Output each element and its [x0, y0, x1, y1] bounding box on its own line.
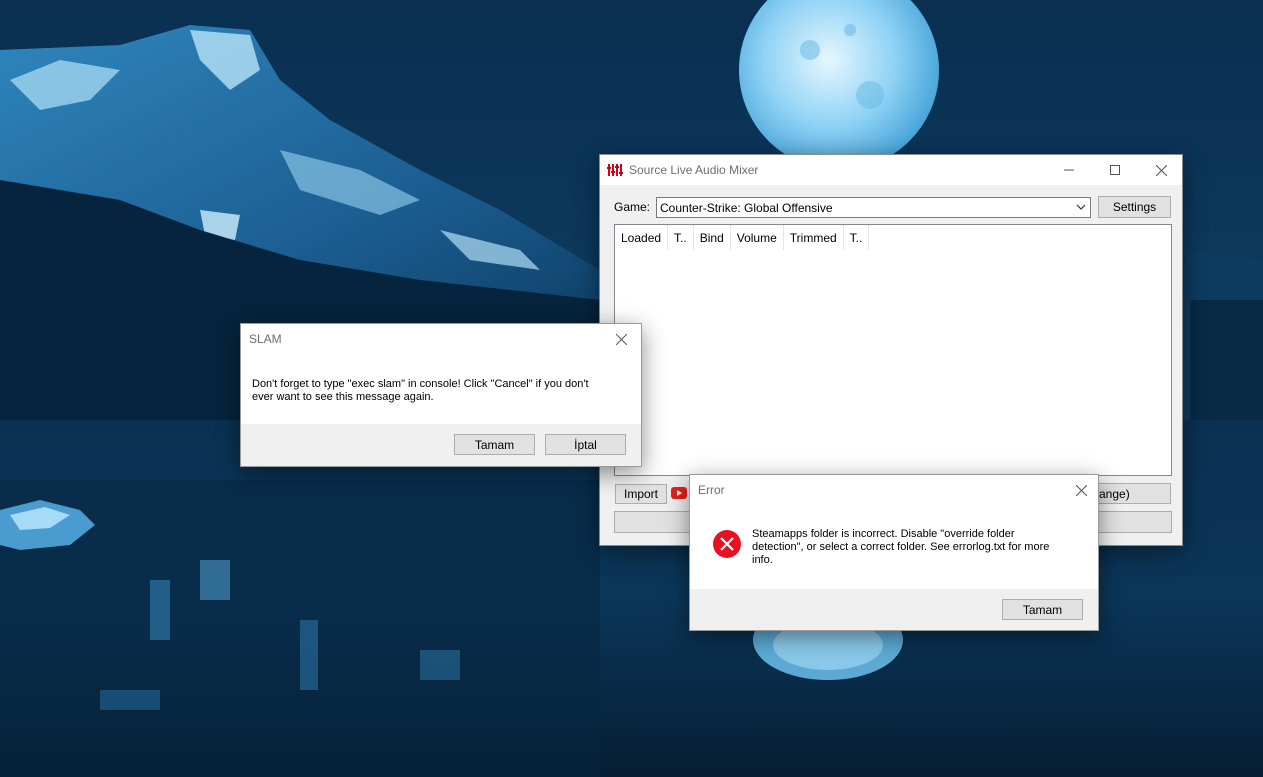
- slam-cancel-label: İptal: [574, 437, 597, 452]
- minimize-button[interactable]: [1046, 155, 1092, 185]
- game-label: Game:: [614, 200, 651, 214]
- error-button-strip: Tamam: [690, 589, 1098, 630]
- error-ok-label: Tamam: [1022, 602, 1063, 617]
- slam-button-strip: Tamam İptal: [241, 424, 641, 466]
- track-list[interactable]: Loaded T.. Bind Volume Trimmed T..: [614, 224, 1172, 476]
- slam-message: Don't forget to type "exec slam" in cons…: [252, 378, 589, 404]
- slam-dialog: SLAM Don't forget to type "exec slam" in…: [240, 323, 642, 467]
- error-ok-button[interactable]: Tamam: [1002, 599, 1083, 620]
- error-dialog: Error Steamapps folder is incorrect. Dis…: [689, 474, 1099, 631]
- slam-ok-button[interactable]: Tamam: [454, 434, 535, 455]
- main-titlebar[interactable]: Source Live Audio Mixer: [600, 155, 1182, 185]
- error-close-button[interactable]: [1064, 475, 1098, 505]
- slam-cancel-button[interactable]: İptal: [545, 434, 626, 455]
- app-mixer-icon: [607, 164, 623, 176]
- import-button-label: Import: [623, 487, 658, 501]
- game-select[interactable]: Counter-Strike: Global Offensive: [656, 197, 1091, 218]
- column-header-loaded[interactable]: Loaded: [615, 225, 669, 250]
- track-list-header: Loaded T.. Bind Volume Trimmed T..: [615, 225, 870, 250]
- slam-close-button[interactable]: [601, 324, 641, 354]
- chevron-down-icon: [1076, 204, 1086, 210]
- import-button[interactable]: Import: [615, 484, 667, 504]
- error-icon: [713, 530, 741, 558]
- close-button[interactable]: [1138, 155, 1184, 185]
- change-button[interactable]: ange): [1098, 483, 1171, 504]
- column-header-volume[interactable]: Volume: [731, 225, 784, 250]
- youtube-icon[interactable]: [671, 487, 687, 499]
- column-header-trimmed[interactable]: Trimmed: [784, 225, 844, 250]
- maximize-button[interactable]: [1092, 155, 1138, 185]
- maximize-icon: [1110, 165, 1120, 175]
- column-header-t1[interactable]: T..: [668, 225, 694, 250]
- column-header-t2[interactable]: T..: [844, 225, 870, 250]
- settings-button-label: Settings: [1112, 200, 1157, 214]
- slam-dialog-title: SLAM: [249, 332, 282, 346]
- error-message-line2: detection", or select a correct folder. …: [752, 541, 1050, 553]
- settings-button[interactable]: Settings: [1098, 196, 1171, 218]
- slam-titlebar[interactable]: SLAM: [241, 324, 641, 354]
- error-message: Steamapps folder is incorrect. Disable "…: [752, 528, 1049, 567]
- slam-ok-label: Tamam: [474, 437, 515, 452]
- slam-message-line1: Don't forget to type "exec slam" in cons…: [252, 378, 589, 390]
- main-window-title: Source Live Audio Mixer: [629, 163, 759, 177]
- error-message-line1: Steamapps folder is incorrect. Disable "…: [752, 528, 1015, 540]
- close-icon: [615, 333, 627, 345]
- game-select-value: Counter-Strike: Global Offensive: [660, 200, 833, 215]
- error-titlebar[interactable]: Error: [690, 475, 1098, 505]
- error-message-line3: info.: [752, 554, 773, 566]
- error-dialog-title: Error: [698, 483, 725, 497]
- close-icon: [1075, 484, 1087, 496]
- column-header-bind[interactable]: Bind: [694, 225, 731, 250]
- slam-message-line2: ever want to see this message again.: [252, 391, 434, 403]
- slam-message-area: Don't forget to type "exec slam" in cons…: [241, 354, 641, 426]
- change-button-label: ange): [1099, 486, 1130, 501]
- close-icon: [1155, 164, 1167, 176]
- minimize-icon: [1064, 169, 1074, 171]
